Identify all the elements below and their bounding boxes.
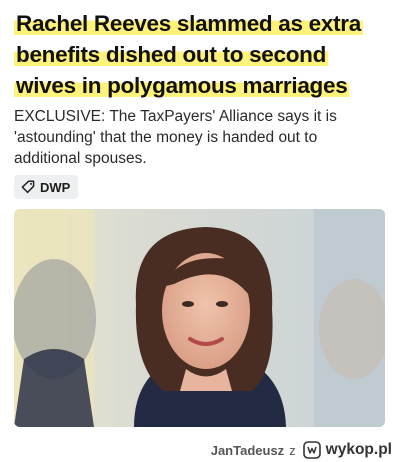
article-photo[interactable] xyxy=(14,209,385,427)
footer-brand[interactable]: wykop.pl xyxy=(326,441,392,459)
article-standfirst: EXCLUSIVE: The TaxPayers' Alliance says … xyxy=(14,108,337,167)
headline-text[interactable]: Rachel Reeves slammed as extra benefits … xyxy=(14,11,363,98)
article-headline[interactable]: Rachel Reeves slammed as extra benefits … xyxy=(14,8,386,101)
tag-label: DWP xyxy=(40,179,71,195)
footer-connector: z xyxy=(289,442,296,458)
wykop-logo-icon xyxy=(302,441,321,459)
footer-username[interactable]: JanTadeusz xyxy=(211,443,284,458)
topic-tag[interactable]: DWP xyxy=(14,175,79,199)
tag-icon xyxy=(21,180,35,194)
source-attribution: JanTadeusz z wykop.pl xyxy=(211,441,392,459)
